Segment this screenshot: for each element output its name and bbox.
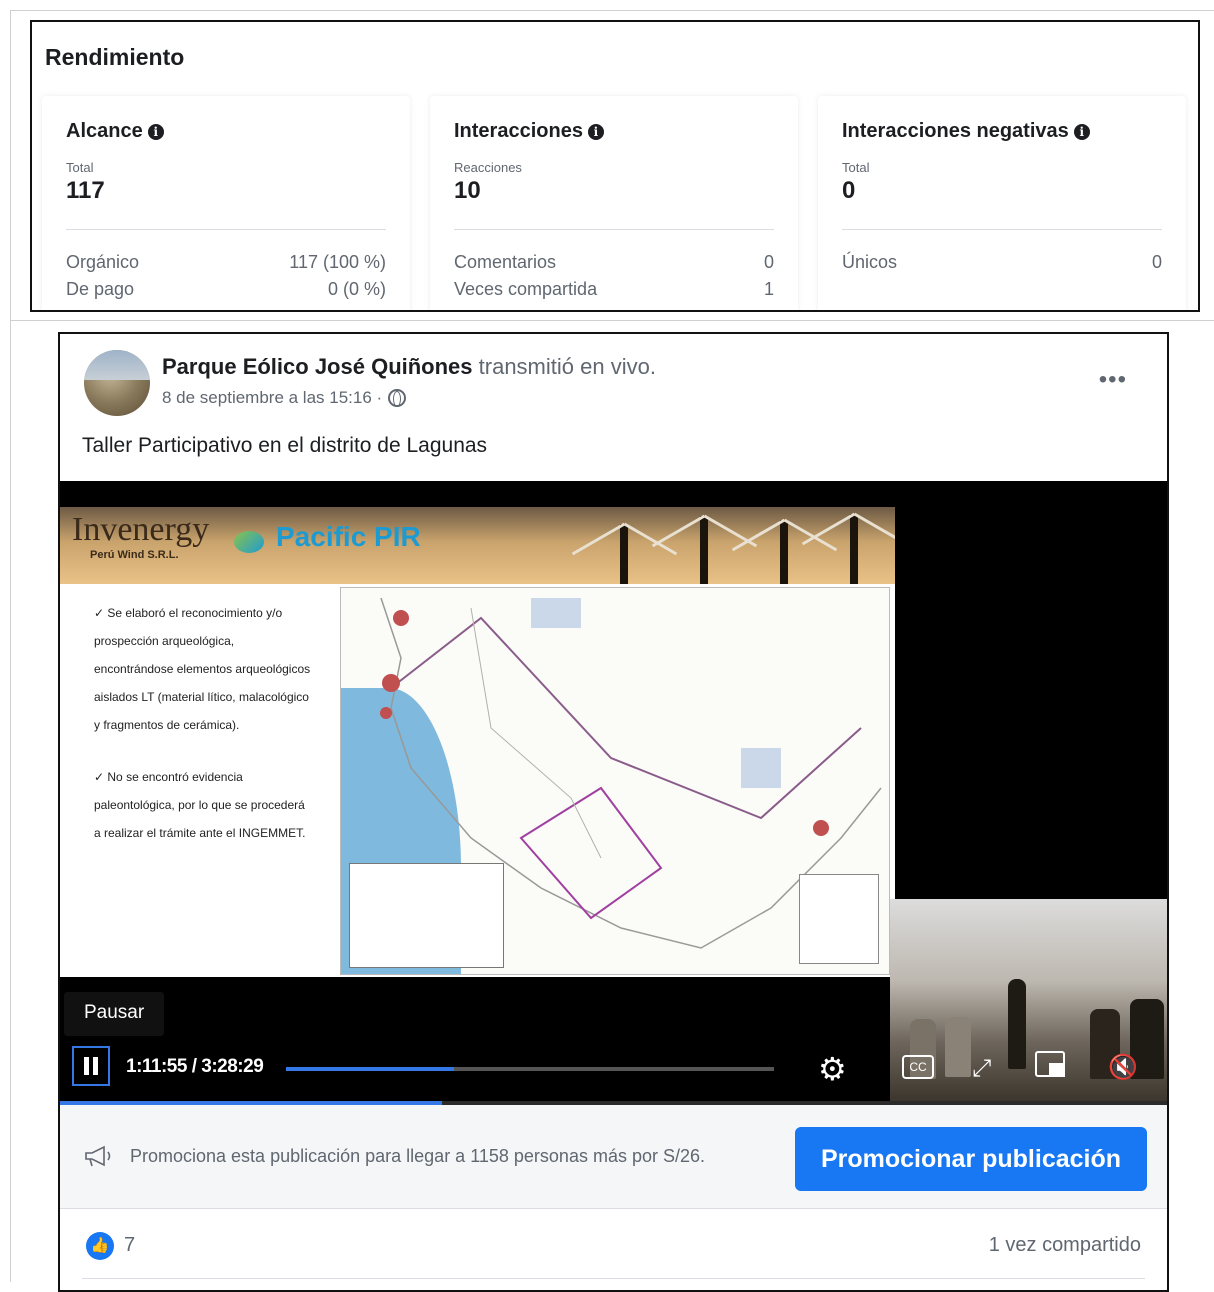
picture-in-picture-icon[interactable] [1035, 1051, 1065, 1077]
promote-post-button[interactable]: Promocionar publicación [795, 1127, 1147, 1191]
speaker [1008, 979, 1026, 1069]
interactions-card: Interacciones i Reacciones 10 Comentario… [430, 96, 798, 310]
stat-value: 0 [763, 252, 774, 272]
post-header: Parque Eólico José Quiñones transmitió e… [162, 354, 656, 380]
like-icon[interactable]: 👍 [86, 1232, 114, 1260]
page-avatar[interactable] [84, 350, 150, 416]
negative-interactions-card: Interacciones negativas i Total 0 Únicos… [818, 96, 1186, 310]
info-icon[interactable]: i [587, 123, 604, 140]
card-value: 0 [842, 177, 856, 204]
wind-turbine-icon [850, 514, 858, 584]
video-player[interactable]: Invenergy Perú Wind S.R.L. Pacific PIR ✓… [60, 481, 1167, 1103]
post-text: Taller Participativo en el distrito de L… [82, 434, 488, 457]
divider [454, 229, 774, 230]
slide-bullet: ✓ Se elaboró el reconocimiento y/o prosp… [94, 606, 311, 732]
card-subtitle: Total [842, 160, 870, 175]
pacific-pir-logo: Pacific PIR [276, 521, 421, 552]
wind-turbine-icon [780, 520, 788, 584]
time-display: 1:11:55 / 3:28:29 [126, 1056, 264, 1077]
pause-icon [82, 1057, 100, 1075]
more-horizontal-icon[interactable]: ••• [1099, 366, 1127, 394]
stat-label: Orgánico [66, 252, 140, 272]
invenergy-logo: Invenergy [72, 511, 210, 548]
stat-row: Orgánico 117 (100 %) [66, 252, 386, 273]
stat-row: Únicos 0 [842, 252, 1162, 273]
reach-card: Alcance i Total 117 Orgánico 117 (100 %)… [42, 96, 410, 310]
map-legend [799, 874, 879, 964]
globe-icon [388, 389, 407, 407]
card-subtitle: Reacciones [454, 160, 522, 175]
pause-button[interactable] [72, 1046, 110, 1086]
stat-value: 0 [1151, 252, 1162, 272]
post-date[interactable]: 8 de septiembre a las 15:16 · [162, 388, 382, 408]
stat-label: Comentarios [454, 252, 557, 272]
divider [66, 229, 386, 230]
performance-panel: Rendimiento Alcance i Total 117 Orgánico… [30, 20, 1200, 312]
like-count[interactable]: 7 [124, 1234, 135, 1257]
stat-row: De pago 0 (0 %) [66, 279, 386, 300]
stat-row: Comentarios 0 [454, 252, 774, 273]
stat-label: Veces compartida [454, 279, 598, 299]
post-action: transmitió en vivo. [472, 354, 656, 379]
card-title: Alcance [66, 120, 143, 142]
slide-bullets: ✓ Se elaboró el reconocimiento y/o prosp… [94, 599, 314, 871]
project-map [340, 587, 890, 975]
slide-banner: Invenergy Perú Wind S.R.L. Pacific PIR [60, 507, 895, 584]
wind-turbine-icon [620, 524, 628, 584]
post-meta: 8 de septiembre a las 15:16 · [162, 388, 407, 408]
gear-icon[interactable]: ⚙ [818, 1053, 850, 1085]
stat-row: Veces compartida 1 [454, 279, 774, 300]
divider [842, 229, 1162, 230]
card-value: 117 [66, 177, 105, 204]
seek-bar-progress [286, 1067, 455, 1071]
presentation-slide: Invenergy Perú Wind S.R.L. Pacific PIR ✓… [60, 507, 895, 977]
volume-muted-icon[interactable]: 🔇 [1108, 1053, 1138, 1082]
card-title: Interacciones [454, 120, 583, 142]
divider [82, 1278, 1145, 1279]
card-subtitle: Total [66, 160, 94, 175]
invenergy-logo-subtitle: Perú Wind S.R.L. [90, 549, 179, 561]
stat-value: 0 (0 %) [327, 279, 386, 299]
map-inset [349, 863, 504, 968]
wind-turbine-icon [700, 516, 708, 584]
info-icon[interactable]: i [1073, 123, 1090, 140]
stat-value: 1 [763, 279, 774, 299]
slide-bullet: ✓ No se encontró evidencia paleontológic… [94, 770, 306, 840]
card-title: Interacciones negativas [842, 120, 1069, 142]
closed-captions-icon[interactable]: CC [902, 1055, 934, 1079]
stat-label: Únicos [842, 252, 898, 272]
card-value: 10 [454, 177, 481, 204]
stat-value: 117 (100 %) [289, 252, 386, 272]
seek-bar[interactable] [286, 1067, 774, 1071]
megaphone-icon [85, 1145, 111, 1167]
expand-icon[interactable]: ⤢ [972, 1055, 991, 1083]
audience-member [945, 1017, 971, 1077]
pacific-pir-leaf-icon [234, 531, 264, 553]
post-stats: 👍 7 1 vez compartido [60, 1210, 1167, 1282]
info-icon[interactable]: i [147, 123, 164, 140]
share-count[interactable]: 1 vez compartido [989, 1234, 1141, 1257]
performance-title: Rendimiento [45, 44, 185, 70]
page-name-link[interactable]: Parque Eólico José Quiñones [162, 354, 473, 379]
promotion-bar: Promociona esta publicación para llegar … [60, 1105, 1167, 1209]
stat-label: De pago [66, 279, 135, 299]
promotion-text: Promociona esta publicación para llegar … [130, 1146, 706, 1166]
live-post: Parque Eólico José Quiñones transmitió e… [58, 332, 1169, 1292]
pause-tooltip: Pausar [64, 992, 165, 1036]
